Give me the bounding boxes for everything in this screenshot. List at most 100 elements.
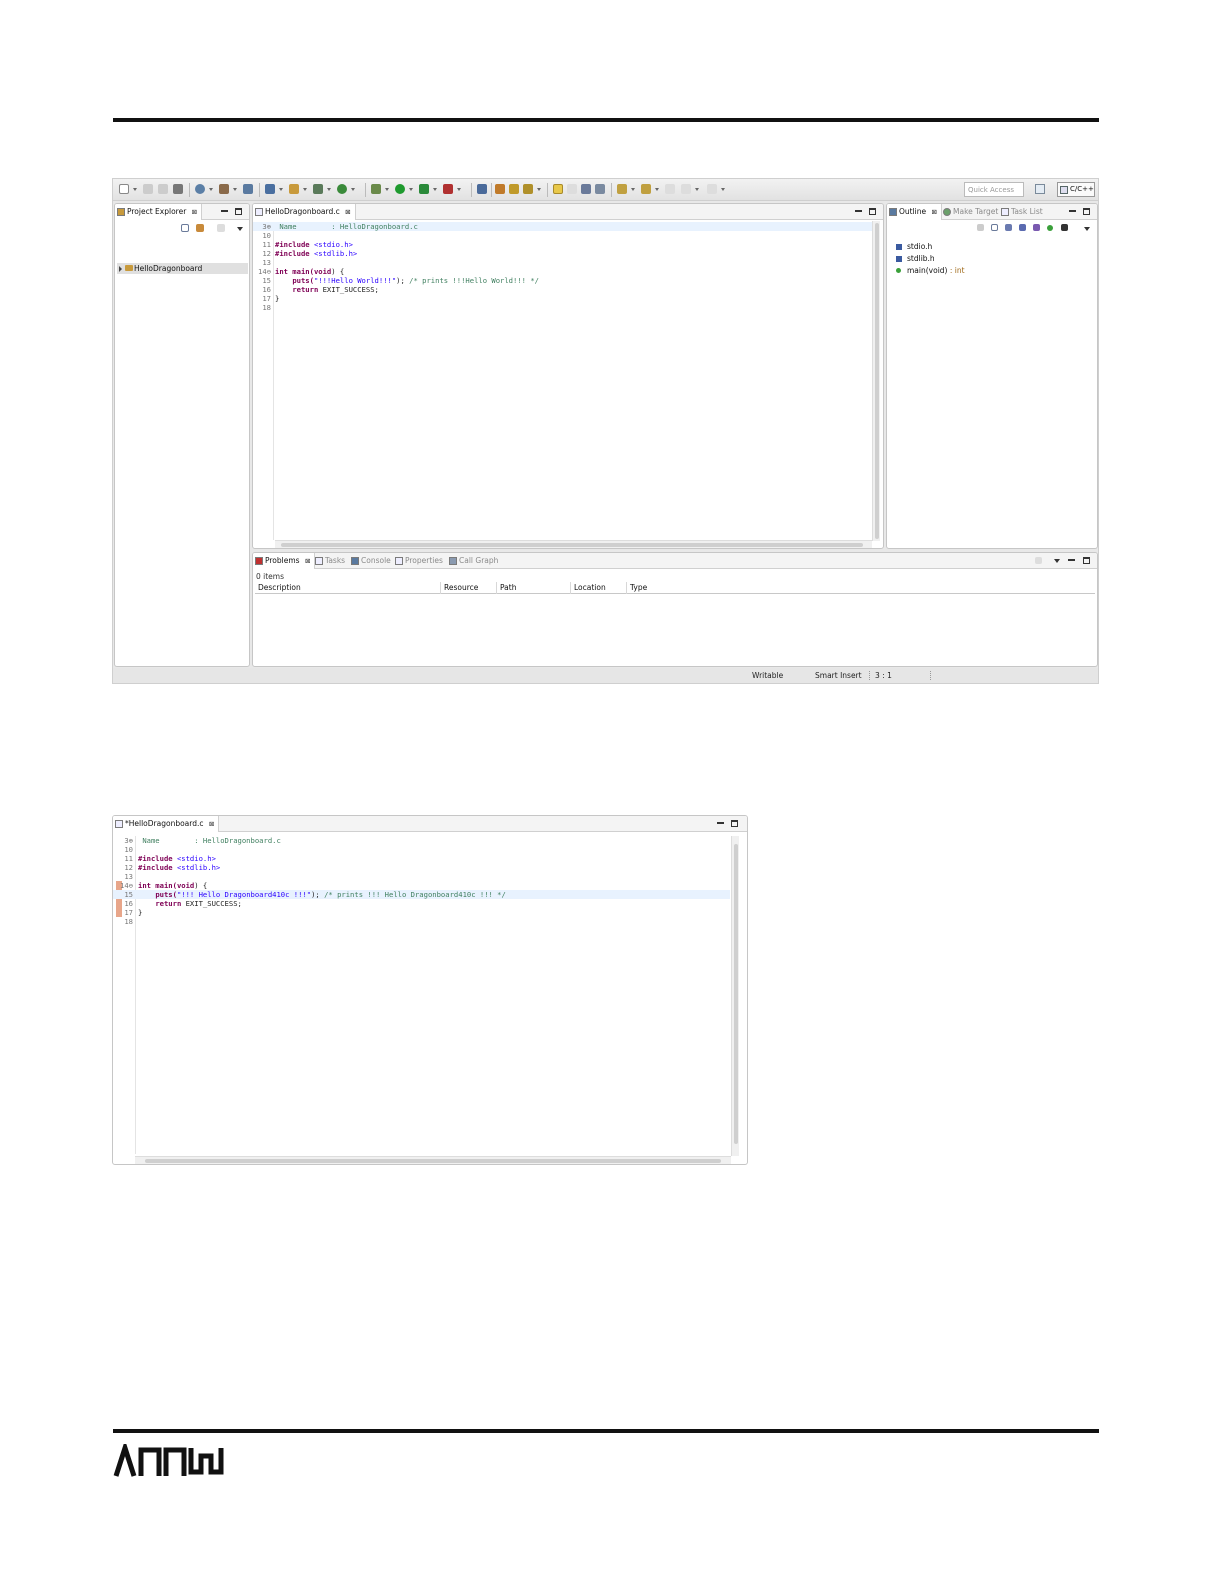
highlight-icon[interactable] (553, 184, 563, 194)
link-with-editor-icon[interactable] (196, 224, 204, 232)
horizontal-scroll-thumb[interactable] (145, 1159, 721, 1163)
tab-make-target[interactable]: Make Target (941, 204, 998, 220)
open-element-icon[interactable] (243, 184, 253, 194)
status-insert-mode[interactable]: Smart Insert (815, 668, 862, 683)
open-task-icon[interactable] (509, 184, 519, 194)
forward-icon[interactable] (707, 184, 717, 194)
new-class-icon[interactable] (337, 184, 347, 194)
minimize-icon[interactable] (221, 210, 228, 213)
hide-macros-icon[interactable] (1061, 224, 1068, 231)
expand-arrow-icon[interactable] (119, 266, 122, 272)
new-project-dropdown-icon[interactable] (279, 188, 283, 191)
maximize-icon[interactable] (235, 208, 242, 215)
column-type[interactable]: Type (627, 582, 1097, 594)
new-dropdown-icon[interactable] (133, 188, 137, 191)
vertical-scroll-thumb[interactable] (875, 223, 879, 539)
previous-annotation-icon[interactable] (641, 184, 651, 194)
minimize-icon[interactable] (1068, 559, 1075, 562)
external-tools-icon[interactable] (443, 184, 453, 194)
new-file-icon[interactable] (313, 184, 323, 194)
back-dropdown-icon[interactable] (695, 188, 699, 191)
collapse-all-icon[interactable] (181, 224, 189, 232)
column-location[interactable]: Location (571, 582, 627, 594)
tab-task-list[interactable]: Task List (999, 204, 1043, 220)
forward-dropdown-icon[interactable] (721, 188, 725, 191)
run-icon[interactable] (395, 184, 405, 194)
view-menu-icon[interactable] (1054, 559, 1060, 563)
horizontal-scrollbar[interactable] (135, 1156, 731, 1164)
column-resource[interactable]: Resource (441, 582, 497, 594)
new-icon[interactable] (119, 184, 129, 194)
build-hammer-icon[interactable] (219, 184, 229, 194)
close-icon[interactable]: ⊠ (932, 208, 937, 216)
minimize-icon[interactable] (1069, 210, 1076, 213)
vertical-scrollbar[interactable] (731, 836, 739, 1156)
new-folder-icon[interactable] (289, 184, 299, 194)
vertical-scroll-thumb[interactable] (734, 844, 738, 1144)
vertical-scrollbar[interactable] (872, 221, 880, 541)
maximize-icon[interactable] (1083, 208, 1090, 215)
tab-call-graph[interactable]: Call Graph (447, 553, 498, 569)
save-all-icon[interactable] (158, 184, 168, 194)
tab-project-explorer[interactable]: Project Explorer ⊠ (115, 204, 203, 220)
maximize-icon[interactable] (1083, 557, 1090, 564)
tab-console[interactable]: Console (349, 553, 391, 569)
focus-icon[interactable] (217, 224, 225, 232)
code-editor[interactable]: 3⊕ Name : HelloDragonboard.c 10 11 #include… (253, 222, 873, 540)
new-project-icon[interactable] (265, 184, 275, 194)
close-icon[interactable]: ⊠ (209, 820, 214, 828)
close-icon[interactable]: ⊠ (192, 208, 197, 216)
hide-nonpublic-icon[interactable] (1047, 225, 1053, 231)
outline-item[interactable]: stdio.h (896, 242, 932, 252)
sort-alpha-icon[interactable] (1005, 224, 1012, 231)
horizontal-scrollbar[interactable] (275, 540, 872, 548)
horizontal-scroll-thumb[interactable] (281, 543, 863, 547)
new-folder-dropdown-icon[interactable] (303, 188, 307, 191)
last-edit-icon[interactable] (665, 184, 675, 194)
toggle-mark-icon[interactable] (477, 184, 487, 194)
search-icon[interactable] (523, 184, 533, 194)
profile-icon[interactable] (419, 184, 429, 194)
previous-annotation-dropdown-icon[interactable] (655, 188, 659, 191)
save-icon[interactable] (143, 184, 153, 194)
column-path[interactable]: Path (497, 582, 571, 594)
collapse-all-icon[interactable] (991, 224, 998, 231)
tab-hellodragonboard-c-modified[interactable]: *HelloDragonboard.c ⊠ (113, 816, 220, 832)
tab-problems[interactable]: Problems ⊠ (253, 553, 316, 569)
outline-item[interactable]: stdlib.h (896, 254, 935, 264)
debug-icon[interactable] (371, 184, 381, 194)
tab-hellodragonboard-c[interactable]: HelloDragonboard.c ⊠ (253, 204, 356, 220)
hide-fields-icon[interactable] (1019, 224, 1026, 231)
build-dropdown-icon[interactable] (233, 188, 237, 191)
close-icon[interactable]: ⊠ (345, 208, 350, 216)
minimize-icon[interactable] (855, 210, 862, 213)
show-whitespace-icon[interactable] (567, 184, 577, 194)
next-annotation-dropdown-icon[interactable] (631, 188, 635, 191)
maximize-icon[interactable] (869, 208, 876, 215)
build-config-icon[interactable] (195, 184, 205, 194)
new-file-dropdown-icon[interactable] (327, 188, 331, 191)
tab-properties[interactable]: Properties (393, 553, 443, 569)
profile-dropdown-icon[interactable] (433, 188, 437, 191)
close-icon[interactable]: ⊠ (305, 557, 310, 565)
tab-outline[interactable]: Outline ⊠ (887, 204, 942, 220)
back-icon[interactable] (681, 184, 691, 194)
new-class-dropdown-icon[interactable] (351, 188, 355, 191)
quick-access-input[interactable]: Quick Access (964, 182, 1024, 197)
next-annotation-icon[interactable] (617, 184, 627, 194)
code-editor-2[interactable]: 3⊕ Name : HelloDragonboard.c 10 11 #include… (113, 836, 731, 1154)
open-type-icon[interactable] (495, 184, 505, 194)
open-perspective-icon[interactable] (1035, 184, 1045, 194)
view-menu-icon[interactable] (237, 227, 243, 231)
hide-static-icon[interactable] (1033, 224, 1040, 231)
build-config-dropdown-icon[interactable] (209, 188, 213, 191)
block-selection-icon[interactable] (581, 184, 591, 194)
maximize-icon[interactable] (731, 820, 738, 827)
show-source-icon[interactable] (595, 184, 605, 194)
external-tools-dropdown-icon[interactable] (457, 188, 461, 191)
print-icon[interactable] (173, 184, 183, 194)
search-dropdown-icon[interactable] (537, 188, 541, 191)
debug-dropdown-icon[interactable] (385, 188, 389, 191)
tree-item-hellodragonboard[interactable]: HelloDragonboard (117, 263, 248, 274)
run-dropdown-icon[interactable] (409, 188, 413, 191)
